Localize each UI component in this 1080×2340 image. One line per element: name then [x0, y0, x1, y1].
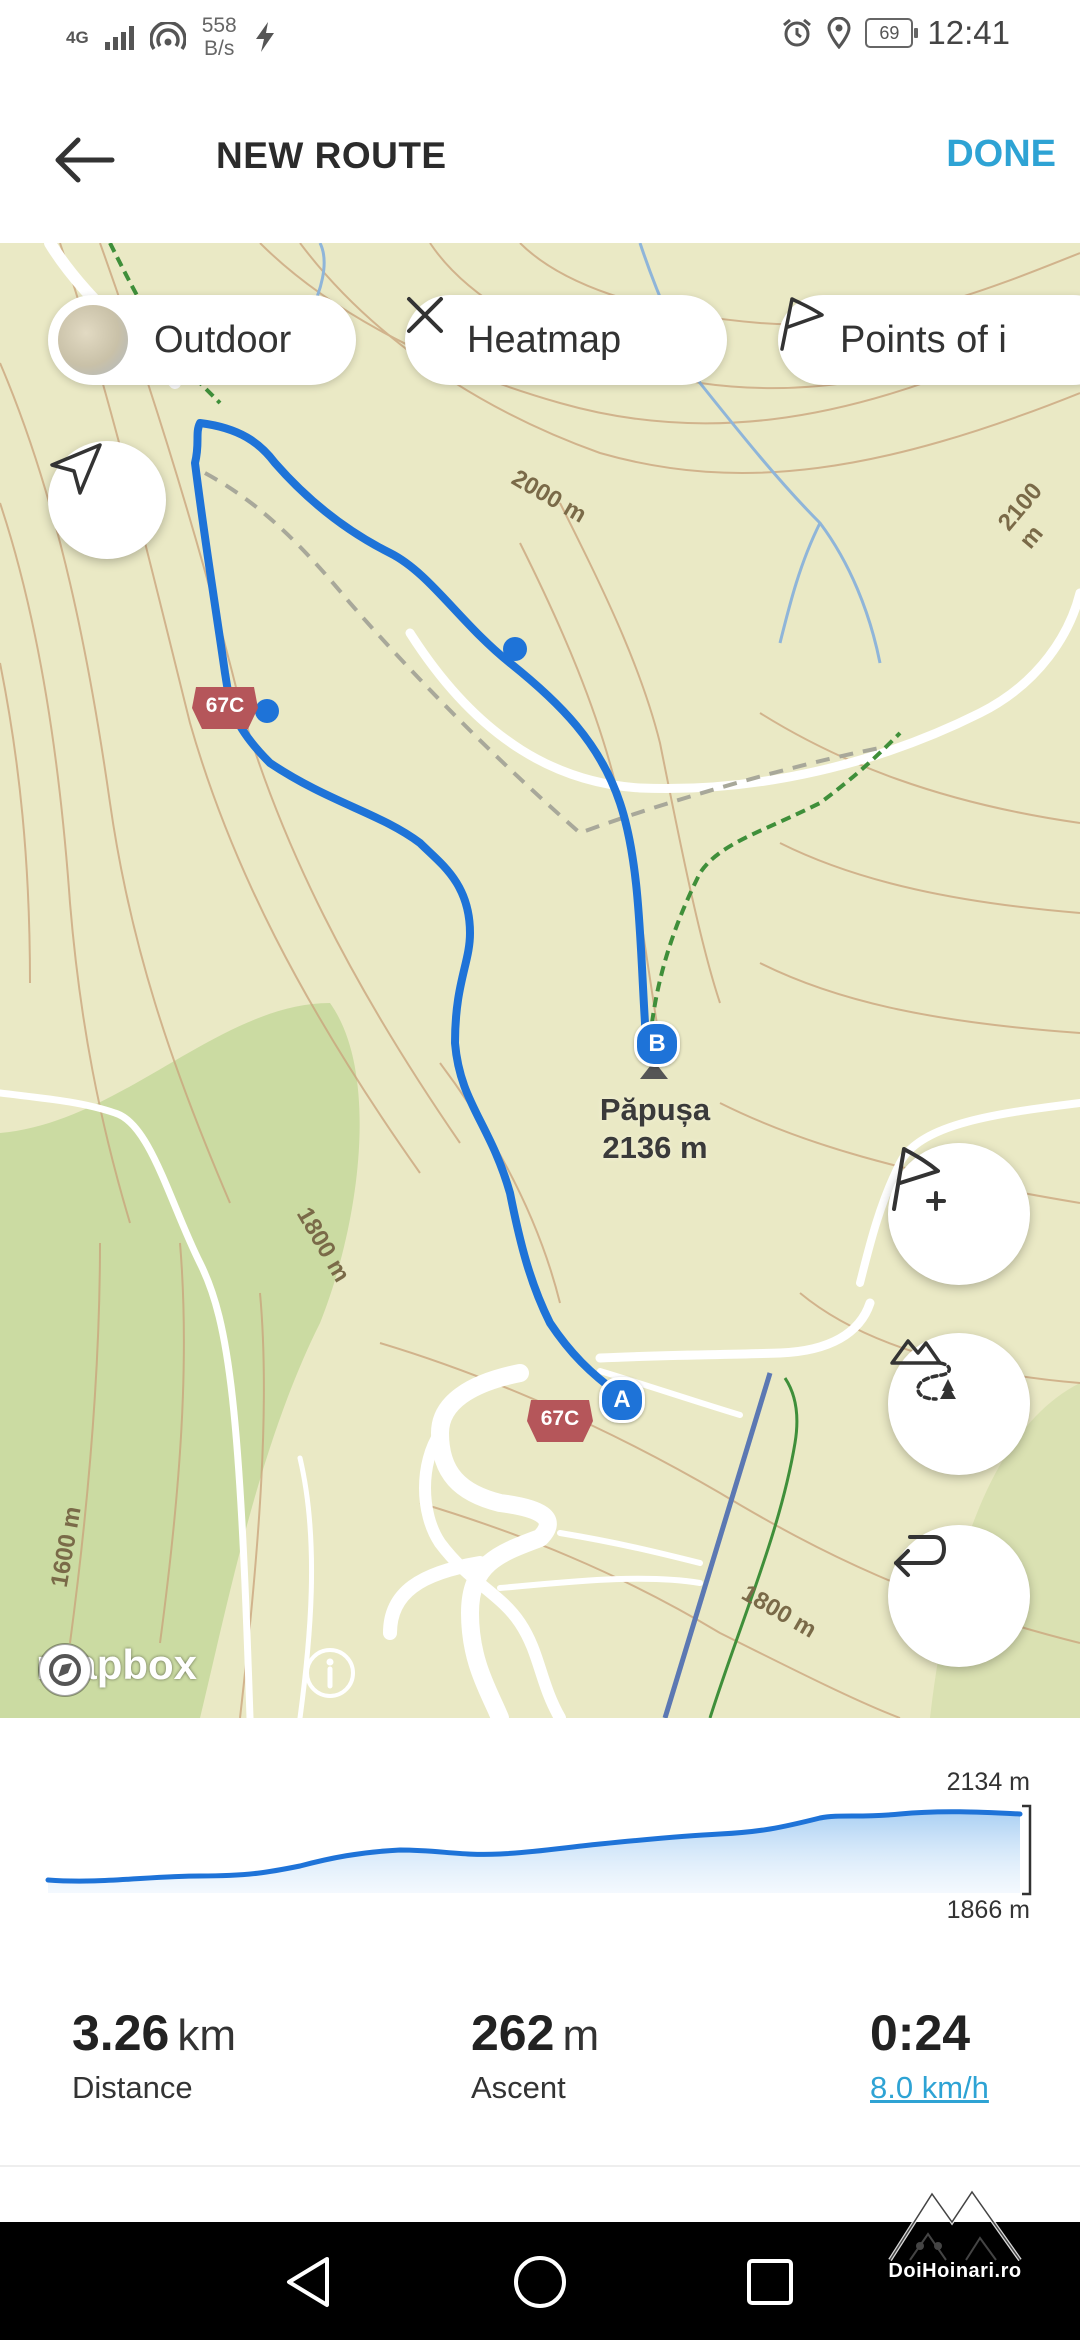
elevation-min-label: 1866 m: [946, 1896, 1030, 1924]
triangle-back-icon: [287, 2257, 329, 2307]
done-button[interactable]: DONE: [946, 133, 1056, 176]
status-left: 4G 558 B/s: [66, 14, 277, 60]
ascent-label: Ascent: [471, 2070, 566, 2105]
info-icon: [305, 1648, 355, 1698]
add-waypoint-button[interactable]: [888, 1143, 1030, 1285]
charging-bolt-icon: [255, 22, 274, 52]
route-planning-button[interactable]: [888, 1333, 1030, 1475]
forest-area: [0, 1003, 360, 1718]
route-start-marker[interactable]: A: [599, 1377, 645, 1423]
route-map[interactable]: 2000 m 2100 m 1800 m 1600 m 1800 m Păpuș…: [0, 243, 1080, 1718]
route-waypoint: [503, 637, 527, 661]
page-title: NEW ROUTE: [216, 135, 447, 176]
arrow-left-icon: [55, 137, 115, 183]
peak-name: Păpușa: [599, 1092, 711, 1127]
distance-stat: 3.26 km Distance: [72, 2004, 236, 2106]
speed-link[interactable]: 8.0 km/h: [870, 2070, 989, 2106]
road-shield: 67C: [190, 683, 260, 733]
ascent-stat: 262 m Ascent: [471, 2004, 599, 2106]
my-location-button[interactable]: [48, 441, 166, 559]
mountain-trail-icon: [890, 1339, 956, 1401]
square-recents-icon: [747, 2259, 793, 2305]
navigation-arrow-icon: [50, 443, 102, 495]
duration-stat: 0:24 8.0 km/h: [870, 2004, 989, 2106]
app-header: NEW ROUTE DONE: [0, 75, 1080, 243]
location-icon: [827, 17, 851, 49]
map-canvas[interactable]: [0, 243, 1080, 1718]
nav-recents-button[interactable]: [740, 2252, 800, 2312]
watermark-text: DoiHoinari.ro: [888, 2260, 1022, 2282]
points-of-interest-chip[interactable]: Points of i: [778, 295, 1080, 385]
speed-value: 558: [201, 14, 237, 37]
route-stats: 3.26 km Distance 262 m Ascent 0:24 8.0 km/…: [0, 1960, 1080, 2167]
add-flag-icon: [892, 1147, 946, 1211]
speed-unit: B/s: [204, 37, 235, 60]
nav-home-button[interactable]: [510, 2252, 570, 2312]
nav-back-button[interactable]: [278, 2252, 338, 2312]
chip-label: Outdoor: [154, 318, 292, 361]
hotspot-icon: [149, 22, 186, 50]
clock: 12:41: [927, 14, 1010, 51]
elevation-chart[interactable]: [0, 1718, 1080, 1958]
chip-label: Heatmap: [467, 318, 622, 361]
circle-home-icon: [514, 2256, 566, 2308]
duration-value: 0:24: [870, 2005, 971, 2061]
network-type: 4G: [66, 27, 89, 47]
distance-value: 3.26: [72, 2005, 170, 2061]
network-speed: 558 B/s: [202, 14, 237, 60]
ski-lift: [662, 1372, 773, 1718]
distance-unit: km: [177, 2011, 236, 2060]
mapbox-logo: mapbox: [36, 1641, 197, 1697]
status-bar: 4G 558 B/s 69 12:41: [0, 0, 1080, 75]
ascent-value: 262: [471, 2005, 555, 2061]
road-shield: 67C: [525, 1396, 595, 1446]
shield-text: 67C: [205, 694, 245, 717]
chip-label: Points of i: [840, 318, 1007, 361]
distance-label: Distance: [72, 2070, 193, 2105]
peak-label: Păpușa 2136 m: [570, 1091, 740, 1167]
stream: [778, 522, 822, 644]
elevation-profile[interactable]: 2134 m 1866 m: [0, 1718, 1080, 1958]
signal-icon: [104, 24, 134, 50]
map-style-chip-outdoor[interactable]: Outdoor: [48, 295, 356, 385]
mapbox-icon: [38, 1643, 92, 1697]
heatmap-chip[interactable]: Heatmap: [405, 295, 727, 385]
back-button[interactable]: [44, 125, 124, 195]
return-to-start-button[interactable]: [888, 1525, 1030, 1667]
shield-text: 67C: [540, 1407, 580, 1430]
battery-icon: 69: [865, 18, 919, 48]
ascent-unit: m: [562, 2011, 600, 2060]
elevation-range-marker: [1022, 1804, 1032, 1896]
outdoor-thumbnail: [58, 305, 128, 375]
peak-elevation: 2136 m: [602, 1130, 708, 1165]
return-arrow-icon: [894, 1535, 947, 1577]
route-end-marker[interactable]: B: [634, 1021, 680, 1067]
status-right: 69 12:41: [781, 14, 1010, 52]
alarm-icon: [783, 18, 812, 47]
